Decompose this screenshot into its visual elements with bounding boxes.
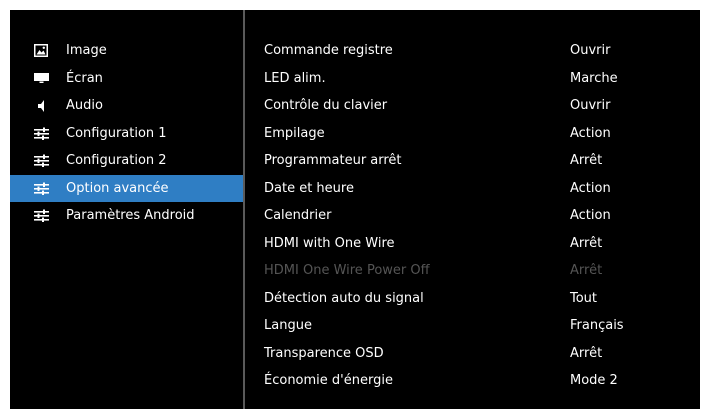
osd-menu-screen: Image Écran Audio Configuration 1 Config… [10,10,700,409]
setting-value: Ouvrir [570,43,611,59]
setting-row-schedule[interactable]: Calendrier Action [264,202,694,230]
setting-row-power-led[interactable]: LED alim. Marche [264,65,694,93]
screen-icon [33,71,49,85]
sidebar-item-audio[interactable]: Audio [10,92,243,120]
setting-value: Marche [570,70,618,86]
setting-label: Commande registre [264,43,393,59]
setting-label: Économie d'énergie [264,373,393,389]
sliders-icon [33,181,49,195]
setting-row-hdmi-one-wire[interactable]: HDMI with One Wire Arrêt [264,230,694,258]
setting-label: Langue [264,318,312,334]
sidebar-item-screen[interactable]: Écran [10,65,243,93]
setting-label: Date et heure [264,180,354,196]
sidebar-item-configuration-2[interactable]: Configuration 2 [10,147,243,175]
sidebar-item-label: Option avancée [66,180,169,196]
panel-divider [243,10,245,409]
setting-row-auto-signal-detection[interactable]: Détection auto du signal Tout [264,285,694,313]
sidebar-item-advanced-option[interactable]: Option avancée [10,174,243,202]
sidebar-item-label: Configuration 2 [66,153,167,169]
setting-value: Arrêt [570,153,603,169]
sidebar-item-label: Écran [66,70,103,86]
sliders-icon [33,126,49,140]
setting-value: Arrêt [570,235,603,251]
setting-row-language[interactable]: Langue Français [264,312,694,340]
setting-label: HDMI One Wire Power Off [264,263,430,279]
setting-label: Programmateur arrêt [264,153,402,169]
settings-list: Commande registre Ouvrir LED alim. March… [264,37,694,395]
setting-row-hdmi-one-wire-power-off: HDMI One Wire Power Off Arrêt [264,257,694,285]
setting-label: Calendrier [264,208,332,224]
sidebar-item-configuration-1[interactable]: Configuration 1 [10,120,243,148]
setting-label: Transparence OSD [264,345,384,361]
sidebar-item-label: Image [66,43,107,59]
setting-row-osd-transparency[interactable]: Transparence OSD Arrêt [264,340,694,368]
setting-row-power-saving[interactable]: Économie d'énergie Mode 2 [264,367,694,395]
setting-row-keyboard-control[interactable]: Contrôle du clavier Ouvrir [264,92,694,120]
sidebar-item-label: Audio [66,98,103,114]
setting-value: Tout [570,290,598,306]
setting-value: Mode 2 [570,373,618,389]
setting-label: HDMI with One Wire [264,235,395,251]
setting-row-date-time[interactable]: Date et heure Action [264,175,694,203]
sidebar-item-label: Paramètres Android [66,208,195,224]
setting-value: Action [570,125,611,141]
setting-label: Empilage [264,125,325,141]
setting-value: Action [570,208,611,224]
setting-label: Contrôle du clavier [264,98,388,114]
sidebar-item-label: Configuration 1 [66,125,167,141]
sliders-icon [33,209,49,223]
image-icon [33,44,49,58]
sidebar-item-image[interactable]: Image [10,37,243,65]
setting-row-off-timer[interactable]: Programmateur arrêt Arrêt [264,147,694,175]
setting-value: Action [570,180,611,196]
speaker-icon [33,99,49,113]
category-sidebar: Image Écran Audio Configuration 1 Config… [10,37,243,230]
setting-value: Arrêt [570,345,603,361]
setting-label: LED alim. [264,70,326,86]
sidebar-item-android-settings[interactable]: Paramètres Android [10,202,243,230]
setting-row-stacking[interactable]: Empilage Action [264,120,694,148]
setting-value: Français [570,318,624,334]
setting-value: Ouvrir [570,98,611,114]
setting-row-register-command[interactable]: Commande registre Ouvrir [264,37,694,65]
setting-value: Arrêt [570,263,603,279]
setting-label: Détection auto du signal [264,290,424,306]
sliders-icon [33,154,49,168]
